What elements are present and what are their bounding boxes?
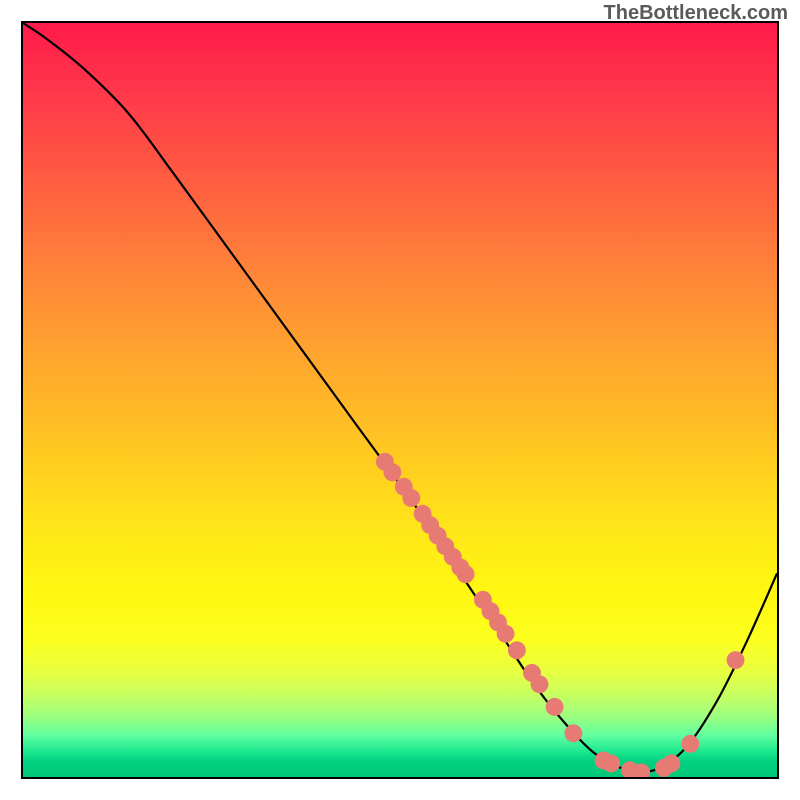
scatter-point (727, 651, 745, 669)
scatter-point (384, 463, 402, 481)
watermark-text: TheBottleneck.com (604, 2, 788, 25)
scatter-point (602, 754, 620, 772)
scatter-points-group (376, 453, 745, 777)
scatter-point (564, 724, 582, 742)
scatter-point (681, 735, 699, 753)
bottleneck-curve-line (23, 23, 777, 772)
scatter-point (662, 754, 680, 772)
scatter-point (497, 625, 515, 643)
chart-plot-area (21, 21, 779, 779)
scatter-point (402, 489, 420, 507)
scatter-point (457, 565, 475, 583)
scatter-point (531, 675, 549, 693)
scatter-point (546, 698, 564, 716)
chart-svg-overlay (23, 23, 777, 777)
scatter-point (508, 641, 526, 659)
